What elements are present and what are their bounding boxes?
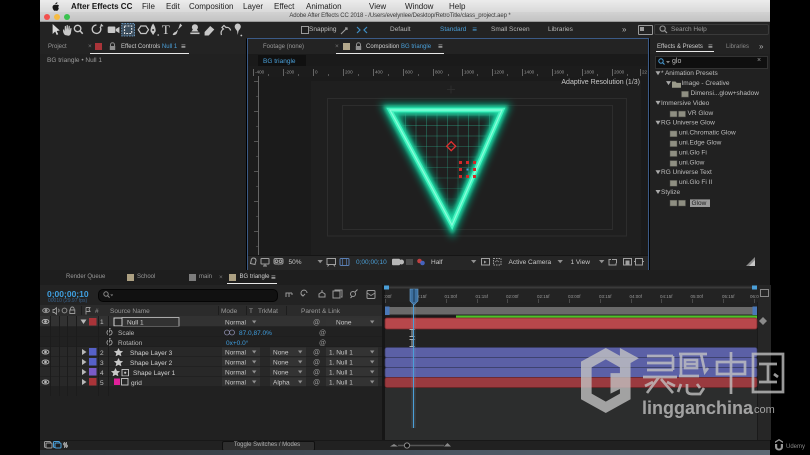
- svg-text:uni.Edge Glow: uni.Edge Glow: [679, 140, 722, 147]
- svg-text:@: @: [313, 370, 320, 377]
- svg-text:Normal: Normal: [225, 380, 247, 387]
- svg-text:@: @: [313, 380, 320, 387]
- svg-text:03:15f: 03:15f: [599, 294, 612, 299]
- svg-text:@: @: [319, 330, 326, 337]
- svg-text:Parent & Link: Parent & Link: [301, 308, 341, 315]
- svg-text:uni.Glo Fi: uni.Glo Fi: [679, 149, 707, 156]
- svg-text:1 View: 1 View: [571, 259, 591, 266]
- svg-text:Normal: Normal: [225, 370, 247, 377]
- svg-text:05:00f: 05:00f: [691, 294, 704, 299]
- svg-text:Shape Layer 2: Shape Layer 2: [130, 360, 173, 367]
- svg-text:None: None: [273, 360, 289, 367]
- svg-text::00f: :00f: [384, 294, 392, 299]
- svg-text:Shape Layer 1: Shape Layer 1: [133, 370, 176, 377]
- svg-text:1600: 1600: [554, 70, 565, 75]
- svg-text:600: 600: [405, 70, 413, 75]
- svg-text:1. Null 1: 1. Null 1: [329, 380, 353, 387]
- svg-text:22: 22: [642, 70, 648, 75]
- svg-text:Shape Layer 3: Shape Layer 3: [130, 350, 173, 357]
- svg-text:Glow: Glow: [692, 200, 707, 207]
- svg-text:#: #: [95, 308, 99, 315]
- svg-text:Normal: Normal: [225, 360, 247, 367]
- svg-text:@: @: [313, 320, 320, 327]
- svg-text:Source Name: Source Name: [110, 308, 150, 315]
- svg-text:None: None: [273, 350, 289, 357]
- svg-text:04:00f: 04:00f: [630, 294, 643, 299]
- svg-text:Mode: Mode: [221, 308, 238, 315]
- svg-text:T: T: [162, 22, 170, 37]
- svg-text:None: None: [336, 320, 352, 327]
- svg-text:2000: 2000: [614, 70, 625, 75]
- svg-text:Dimensi...glow+shadow: Dimensi...glow+shadow: [691, 90, 760, 97]
- svg-text:3: 3: [100, 360, 104, 367]
- svg-text:2: 2: [100, 350, 104, 357]
- svg-text:Normal: Normal: [225, 350, 247, 357]
- svg-text:Null 1: Null 1: [127, 320, 144, 327]
- svg-text:Immersive Video: Immersive Video: [661, 100, 710, 107]
- svg-text:Alpha: Alpha: [273, 380, 290, 387]
- svg-text:RG Universe Glow: RG Universe Glow: [661, 120, 715, 127]
- svg-text:@: @: [319, 340, 326, 347]
- svg-text:uni.Glow: uni.Glow: [679, 159, 705, 166]
- svg-text:uni.Chromatic Glow: uni.Chromatic Glow: [679, 130, 736, 137]
- svg-text:grid: grid: [131, 380, 142, 387]
- svg-text:-200: -200: [285, 70, 295, 75]
- svg-text:05:15f: 05:15f: [722, 294, 735, 299]
- svg-text:Rotation: Rotation: [118, 340, 143, 347]
- svg-text:T: T: [249, 308, 253, 315]
- svg-text:Image - Creative: Image - Creative: [682, 80, 730, 87]
- svg-text:@: @: [313, 350, 320, 357]
- svg-text:0x+0.0°: 0x+0.0°: [226, 339, 249, 347]
- svg-text:Normal: Normal: [225, 320, 247, 327]
- svg-text:1400: 1400: [524, 70, 535, 75]
- svg-text:04:15f: 04:15f: [660, 294, 673, 299]
- svg-text:1: 1: [100, 319, 104, 326]
- svg-text:Half: Half: [431, 259, 443, 266]
- svg-text:RG Universe Text: RG Universe Text: [661, 169, 712, 176]
- svg-text:uni.Glo Fi II: uni.Glo Fi II: [679, 179, 712, 186]
- svg-text:1. Null 1: 1. Null 1: [329, 360, 353, 367]
- svg-text:TrkMat: TrkMat: [258, 308, 278, 315]
- svg-text:200: 200: [345, 70, 353, 75]
- svg-text:VR Glow: VR Glow: [688, 110, 714, 117]
- svg-text:1. Null 1: 1. Null 1: [329, 370, 353, 377]
- svg-text:-400: -400: [255, 70, 265, 75]
- svg-text:Udemy: Udemy: [786, 444, 805, 450]
- svg-text:* Animation Presets: * Animation Presets: [661, 70, 718, 77]
- svg-text:Stylize: Stylize: [661, 189, 681, 196]
- svg-text:.com: .com: [751, 404, 775, 416]
- svg-text:02:00f: 02:00f: [506, 294, 519, 299]
- svg-text:1. Null 1: 1. Null 1: [329, 350, 353, 357]
- svg-text:03:00f: 03:00f: [568, 294, 581, 299]
- svg-text:@: @: [313, 360, 320, 367]
- svg-text:5: 5: [100, 380, 104, 387]
- svg-text:400: 400: [375, 70, 383, 75]
- svg-text:02:15f: 02:15f: [537, 294, 550, 299]
- svg-text:1000: 1000: [464, 70, 475, 75]
- svg-text:01:15f: 01:15f: [476, 294, 489, 299]
- svg-text:1800: 1800: [584, 70, 595, 75]
- svg-text:4: 4: [100, 370, 104, 377]
- svg-text:800: 800: [435, 70, 443, 75]
- svg-text:lingganchina: lingganchina: [642, 398, 754, 418]
- svg-text:0;00;00;10: 0;00;00;10: [356, 259, 387, 266]
- svg-text:Scale: Scale: [118, 330, 135, 337]
- svg-text:06:00f: 06:00f: [750, 294, 759, 299]
- svg-text:87.0,87.0%: 87.0,87.0%: [239, 330, 272, 337]
- svg-text:0: 0: [315, 70, 318, 75]
- svg-text:None: None: [273, 370, 289, 377]
- svg-text:Active Camera: Active Camera: [509, 259, 552, 266]
- svg-text:01:00f: 01:00f: [445, 294, 458, 299]
- svg-text:50%: 50%: [289, 259, 302, 266]
- svg-text:1200: 1200: [494, 70, 505, 75]
